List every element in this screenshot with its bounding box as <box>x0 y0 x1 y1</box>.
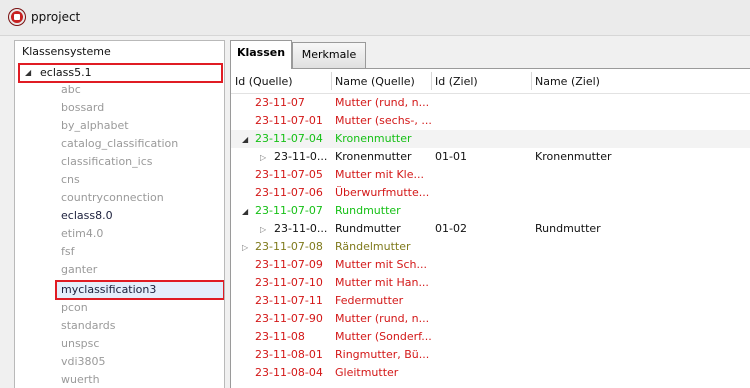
table-row[interactable]: 23-11-07-10 Mutter mit Han... <box>231 274 750 292</box>
column-header-id-source[interactable]: Id (Quelle) <box>235 75 293 88</box>
cell-id-source: 23-11-07-10 <box>255 276 323 289</box>
cell-name-source: Mutter (rund, n... <box>335 96 430 109</box>
table-row[interactable]: 23-11-07-11 Federmutter <box>231 292 750 310</box>
cell-id-source: 23-11-07-07 <box>255 204 323 217</box>
cell-id-source: 23-11-0... <box>274 150 328 163</box>
tab-klassen[interactable]: Klassen <box>230 40 292 69</box>
table-row[interactable]: 23-11-07-06 Überwurfmutte... <box>231 184 750 202</box>
cell-name-source: Rändelmutter <box>335 240 411 253</box>
cell-id-source: 23-11-07-01 <box>255 114 323 127</box>
column-divider[interactable] <box>331 72 332 90</box>
cell-id-source: 23-11-07-05 <box>255 168 323 181</box>
cell-name-source: Mutter mit Han... <box>335 276 429 289</box>
cell-id-source: 23-11-0... <box>274 222 328 235</box>
column-header-name-target[interactable]: Name (Ziel) <box>535 75 600 88</box>
cell-name-source: Überwurfmutte... <box>335 186 430 199</box>
table-row[interactable]: ▷ 23-11-0... Rundmutter 01-02 Rundmutter <box>231 220 750 238</box>
cell-id-source: 23-11-08 <box>255 330 305 343</box>
table-row[interactable]: 23-11-08-04 Gleitmutter <box>231 364 750 382</box>
cell-id-source: 23-11-08-01 <box>255 348 323 361</box>
expand-arrow-icon[interactable]: ◢ <box>242 131 248 149</box>
cell-id-target: 01-02 <box>435 222 467 235</box>
cell-name-source: Kronenmutter <box>335 132 412 145</box>
column-header-name-source[interactable]: Name (Quelle) <box>335 75 415 88</box>
column-divider[interactable] <box>531 72 532 90</box>
cell-id-source: 23-11-07 <box>255 96 305 109</box>
classification-systems-panel: Klassensysteme ◢ eclass5.1 abc bossard b… <box>14 40 225 388</box>
cell-name-source: Rundmutter <box>335 222 401 235</box>
cell-name-source: Kronenmutter <box>335 150 412 163</box>
collapse-arrow-icon[interactable]: ▷ <box>260 221 266 239</box>
classes-panel: Klassen Merkmale Id (Quelle) Name (Quell… <box>230 40 750 388</box>
cell-name-source: Rundmutter <box>335 204 401 217</box>
collapse-arrow-icon[interactable]: ▷ <box>260 149 266 167</box>
cell-id-target: 01-01 <box>435 150 467 163</box>
panel-header: Klassensysteme <box>22 45 111 58</box>
table-row[interactable]: 23-11-07 Mutter (rund, n... <box>231 94 750 112</box>
cell-name-source: Mutter mit Kle... <box>335 168 424 181</box>
table-row[interactable]: ▷ 23-11-0... Kronenmutter 01-01 Kronenmu… <box>231 148 750 166</box>
expand-arrow-icon[interactable]: ◢ <box>242 203 248 221</box>
collapse-arrow-icon[interactable]: ▷ <box>242 239 248 257</box>
cell-name-source: Federmutter <box>335 294 404 307</box>
cell-id-source: 23-11-07-04 <box>255 132 323 145</box>
column-divider[interactable] <box>431 72 432 90</box>
expand-arrow-icon[interactable]: ◢ <box>25 68 31 77</box>
table-row[interactable]: 23-11-07-90 Mutter (rund, n... <box>231 310 750 328</box>
cell-id-source: 23-11-08-04 <box>255 366 323 379</box>
table-row[interactable]: 23-11-07-01 Mutter (sechs-, ... <box>231 112 750 130</box>
table-row[interactable]: ▷ 23-11-07-08 Rändelmutter <box>231 238 750 256</box>
table-row[interactable]: ◢ 23-11-07-07 Rundmutter <box>231 202 750 220</box>
cell-name-source: Gleitmutter <box>335 366 399 379</box>
window-title: pproject <box>31 10 81 24</box>
column-header-id-target[interactable]: Id (Ziel) <box>435 75 478 88</box>
cell-name-source: Mutter (rund, n... <box>335 312 430 325</box>
table-row[interactable]: 23-11-08 Mutter (Sonderf... <box>231 328 750 346</box>
cell-name-source: Mutter (sechs-, ... <box>335 114 432 127</box>
title-bar: pproject <box>0 0 750 36</box>
classes-table: Id (Quelle) Name (Quelle) Id (Ziel) Name… <box>230 68 750 388</box>
table-row[interactable]: 23-11-08-01 Ringmutter, Bü... <box>231 346 750 364</box>
tab-merkmale[interactable]: Merkmale <box>292 42 366 68</box>
cell-id-source: 23-11-07-90 <box>255 312 323 325</box>
cell-name-source: Mutter (Sonderf... <box>335 330 432 343</box>
cell-name-target: Rundmutter <box>535 222 601 235</box>
cell-id-source: 23-11-07-11 <box>255 294 323 307</box>
cell-name-source: Ringmutter, Bü... <box>335 348 430 361</box>
tree-root-eclass51[interactable]: eclass5.1 <box>40 66 92 79</box>
app-icon <box>9 9 25 25</box>
table-row[interactable]: ◢ 23-11-07-04 Kronenmutter <box>231 130 750 148</box>
cell-id-source: 23-11-07-06 <box>255 186 323 199</box>
table-row[interactable]: 23-11-07-05 Mutter mit Kle... <box>231 166 750 184</box>
cell-id-source: 23-11-07-09 <box>255 258 323 271</box>
cell-id-source: 23-11-07-08 <box>255 240 323 253</box>
cell-name-source: Mutter mit Sch... <box>335 258 427 271</box>
table-row[interactable]: 23-11-07-09 Mutter mit Sch... <box>231 256 750 274</box>
cell-name-target: Kronenmutter <box>535 150 612 163</box>
